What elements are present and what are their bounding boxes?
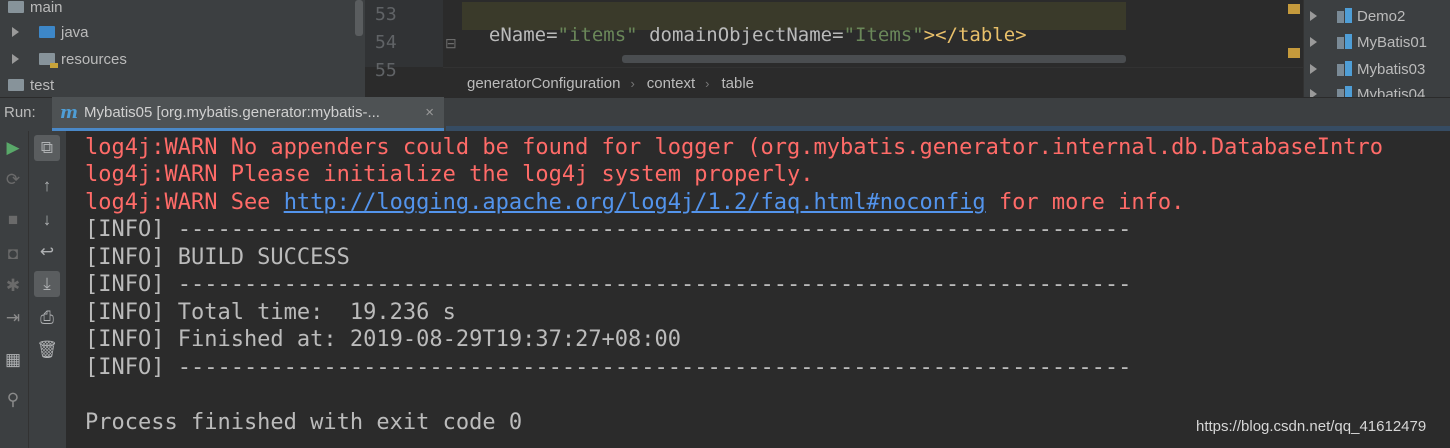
source-folder-icon [39,26,55,38]
folder-icon [8,79,24,91]
run-tab-title: Mybatis05 [org.mybatis.generator:mybatis… [84,104,380,121]
expand-arrow-icon[interactable] [1310,37,1327,47]
close-icon[interactable]: × [425,104,434,121]
breadcrumb-item[interactable]: generatorConfiguration [443,75,630,92]
tree-item-resources[interactable]: resources [12,46,127,72]
console-exit-line: Process finished with exit code 0 [85,410,523,435]
debug-icon[interactable]: ⟳ [0,167,26,193]
stop-icon[interactable]: ■ [0,207,26,233]
run-tab[interactable]: m Mybatis05 [org.mybatis.generator:mybat… [52,97,444,131]
fold-icon[interactable]: ⊟ [445,35,457,52]
console-side-toolbar: ⧉ ↑ ↓ ↩ ⤓ ⎙ 🗑 [28,131,67,448]
maven-project-item[interactable]: Mybatis03 [1310,56,1425,82]
xml-equals: = [832,24,844,46]
maven-projects-panel: Demo2 MyBatis01 Mybatis03 Mybatis04 [1303,0,1450,97]
project-tree: main java resources test [0,0,365,97]
breadcrumb-item[interactable]: table [710,75,765,92]
soft-wrap-icon[interactable]: ↩ [34,239,60,265]
breadcrumb-item[interactable]: context [635,75,705,92]
expand-arrow-icon[interactable] [1310,89,1327,97]
maven-project-item[interactable]: MyBatis01 [1310,29,1427,55]
xml-value: "Items" [843,24,924,46]
up-arrow-icon[interactable]: ↑ [34,173,60,199]
run-label: Run: [4,104,36,121]
layout-icon[interactable]: ▦ [0,347,26,373]
expand-arrow-icon[interactable] [1310,11,1327,21]
print-icon[interactable]: ⎙ [34,305,60,331]
pin-icon[interactable]: ⚲ [0,387,26,413]
expand-arrow-icon[interactable] [1310,64,1327,74]
editor-horizontal-scrollbar[interactable] [622,55,1126,63]
tree-item-label: test [30,76,55,94]
camera-icon[interactable]: ◘ [0,241,26,267]
console-warn-line: log4j:WARN No appenders could be found f… [85,135,1384,160]
run-side-toolbar: ▶ ⟳ ■ ◘ ✱ ⇥ ▦ ⚲ [0,131,28,448]
tree-item-test[interactable]: test [8,72,54,97]
maven-project-label: MyBatis01 [1357,33,1428,51]
maven-module-icon [1337,34,1353,50]
maven-project-label: Demo2 [1357,7,1406,25]
exit-icon[interactable]: ⇥ [0,305,26,331]
xml-equals: = [546,24,558,46]
maven-project-item[interactable]: Demo2 [1310,3,1405,29]
warning-marker[interactable] [1288,4,1300,14]
expand-arrow-icon[interactable] [12,54,29,64]
maven-module-icon [1337,8,1353,24]
warn-text: for more info. [985,190,1185,215]
warn-text: log4j:WARN See [85,190,284,215]
console-warn-line: log4j:WARN See http://logging.apache.org… [85,189,1184,217]
console-info-line: [INFO] ---------------------------------… [85,272,1132,297]
maven-project-label: Mybatis03 [1357,60,1426,78]
console-info-line: [INFO] ---------------------------------… [85,217,1132,242]
tree-item-java[interactable]: java [12,19,89,45]
code-line-53[interactable]: eName="items" domainObjectName="Items"><… [466,2,1027,46]
line-number: 53 [375,4,397,25]
settings-icon[interactable]: ✱ [0,273,26,299]
console-output[interactable]: log4j:WARN No appenders could be found f… [66,131,1450,448]
tree-item-label: java [61,23,89,41]
xml-attribute: domainObjectName [649,24,833,46]
editor-gutter: 53 54 55 ⊟ [365,0,457,81]
console-info-line: [INFO] BUILD SUCCESS [85,245,350,270]
tree-scrollbar[interactable] [355,0,363,36]
maven-project-label: Mybatis04 [1357,85,1426,98]
watermark: https://blog.csdn.net/qq_41612479 [1196,418,1427,435]
scroll-to-end-icon[interactable]: ⤓ [34,271,60,297]
tree-item-label: main [30,0,63,16]
restore-layout-icon[interactable]: ⧉ [34,135,60,161]
tree-item-label: resources [61,50,127,68]
breadcrumb: generatorConfiguration › context › table [443,67,1303,98]
folder-icon [8,1,24,13]
expand-arrow-icon[interactable] [12,27,29,37]
xml-value: "items" [557,24,638,46]
maven-module-icon [1337,86,1353,97]
console-warn-line: log4j:WARN Please initialize the log4j s… [85,162,814,187]
console-info-line: [INFO] Total time: 19.236 s [85,300,456,325]
line-number: 54 [375,32,397,53]
maven-module-icon [1337,61,1353,77]
down-arrow-icon[interactable]: ↓ [34,207,60,233]
line-number: 55 [375,60,397,81]
run-icon[interactable]: ▶ [0,135,26,161]
maven-project-item[interactable]: Mybatis04 [1310,81,1425,97]
trash-icon[interactable]: 🗑 [34,337,60,363]
faq-link[interactable]: http://logging.apache.org/log4j/1.2/faq.… [284,190,986,215]
tree-item-main[interactable]: main [8,0,63,20]
console-info-line: [INFO] ---------------------------------… [85,355,1132,380]
xml-tag-end: ></table> [923,24,1027,46]
warning-marker[interactable] [1288,48,1300,58]
xml-attribute: eName [488,24,547,46]
resources-folder-icon [39,53,58,68]
console-info-line: [INFO] Finished at: 2019-08-29T19:37:27+… [85,327,682,352]
maven-m-icon: m [60,102,78,123]
